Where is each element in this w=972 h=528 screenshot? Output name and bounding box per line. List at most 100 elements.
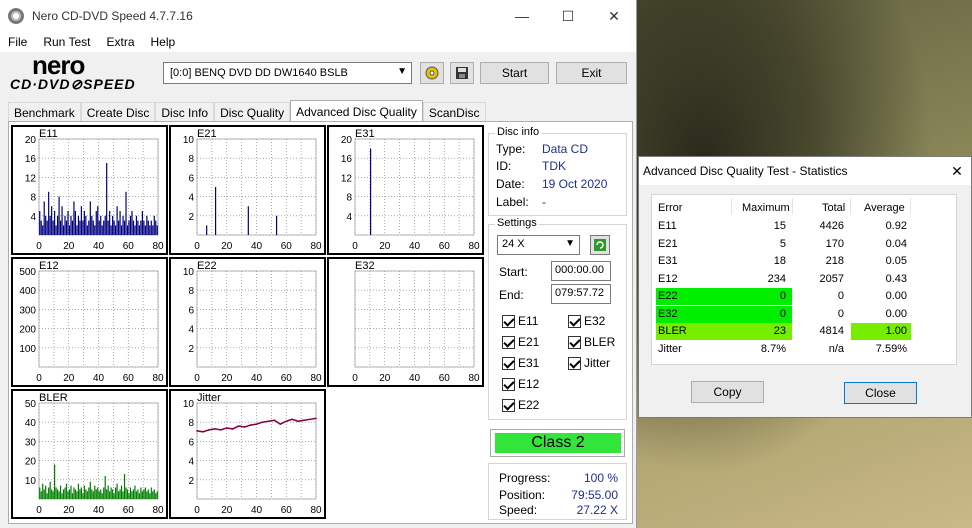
cell-maximum: 0	[779, 307, 786, 320]
tab-scandisc[interactable]: ScanDisc	[422, 102, 486, 122]
jitter-point	[214, 428, 216, 430]
checkbox-jitter[interactable]: Jitter	[568, 356, 610, 370]
nero-logo: nero CD·DVD⊘SPEED	[10, 50, 136, 92]
drive-select[interactable]: [0:0] BENQ DVD DD DW1640 BSLB ▼	[163, 62, 412, 84]
x-tick-label: 80	[310, 373, 322, 384]
cell-total: 4426	[819, 220, 844, 232]
chart-title: E22	[197, 260, 217, 272]
cell-maximum: 23	[773, 325, 786, 337]
y-tick-label: 8	[188, 286, 194, 297]
jitter-point	[255, 423, 258, 425]
start-button[interactable]: Start	[480, 62, 549, 84]
tab-disc-quality[interactable]: Disc Quality	[214, 102, 291, 122]
copy-button[interactable]: Copy	[691, 381, 764, 403]
chart-e11: E11 4 8 12 16 20 0 20 40 60 80	[11, 125, 168, 255]
chart-jitter: Jitter 2 4 6 8 10 0 20 40 60 80	[169, 389, 326, 519]
x-tick-label: 40	[93, 241, 105, 252]
checkbox-e12[interactable]: E12	[502, 377, 539, 391]
cell-error: E11	[658, 220, 677, 232]
cell-total: n/a	[828, 342, 844, 355]
jitter-point	[279, 423, 282, 425]
y-tick-label: 16	[25, 154, 37, 165]
cell-average: 1.00	[885, 325, 907, 337]
cell-total: 2057	[819, 272, 844, 285]
checkbox-e11[interactable]: E11	[502, 314, 538, 328]
window-title: Nero CD-DVD Speed 4.7.7.16	[32, 9, 193, 23]
save-button[interactable]	[450, 62, 474, 84]
checkbox-e31[interactable]: E31	[502, 356, 539, 370]
jitter-point	[291, 418, 293, 421]
y-tick-label: 20	[341, 135, 353, 146]
jitter-point	[261, 421, 264, 423]
checkbox-e21[interactable]: E21	[502, 335, 539, 349]
cell-maximum: 234	[767, 272, 786, 285]
speed-value: 27.22 X	[576, 503, 618, 517]
refresh-button[interactable]	[590, 235, 610, 255]
checkbox-e32[interactable]: E32	[568, 314, 605, 328]
menu-run-test[interactable]: Run Test	[35, 35, 98, 49]
checkbox-e22[interactable]: E22	[502, 398, 539, 412]
x-tick-label: 0	[194, 373, 200, 384]
dialog-title-bar[interactable]: Advanced Disc Quality Test - Statistics …	[639, 157, 971, 185]
table-row: E31 18 218 0.05	[656, 253, 953, 270]
x-tick-label: 80	[152, 505, 164, 516]
y-tick-label: 4	[346, 212, 352, 223]
menu-file[interactable]: File	[0, 35, 35, 49]
dialog-close-icon[interactable]: ✕	[947, 161, 967, 181]
y-tick-label: 6	[188, 305, 194, 316]
cell-total: 218	[825, 255, 844, 267]
tab-advanced-disc-quality[interactable]: Advanced Disc Quality	[290, 100, 423, 122]
menu-bar: File Run Test Extra Help	[0, 32, 636, 52]
table-row: E22 0 0 0.00	[656, 288, 953, 305]
x-tick-label: 20	[379, 373, 391, 384]
y-tick-label: 2	[188, 476, 194, 487]
exit-button[interactable]: Exit	[556, 62, 627, 84]
disc-cog-icon	[425, 66, 439, 80]
class-box: Class 2	[490, 429, 625, 457]
x-tick-label: 0	[36, 373, 42, 384]
maximize-button[interactable]: ☐	[545, 0, 591, 32]
menu-extra[interactable]: Extra	[98, 35, 142, 49]
x-tick-label: 60	[123, 373, 135, 384]
menu-help[interactable]: Help	[143, 35, 184, 49]
chart-title: E12	[39, 260, 59, 272]
jitter-point	[231, 428, 234, 430]
table-row: E21 5 170 0.04	[656, 236, 953, 253]
tab-benchmark[interactable]: Benchmark	[8, 102, 81, 122]
y-tick-label: 6	[188, 173, 194, 184]
jitter-point	[303, 419, 305, 422]
chart-title: BLER	[39, 392, 68, 404]
checkbox-bler[interactable]: BLER	[568, 335, 615, 349]
close-button[interactable]: ✕	[591, 0, 637, 32]
x-tick-label: 20	[379, 241, 391, 252]
disc-info-title: Disc info	[495, 126, 542, 138]
minimize-button[interactable]: —	[499, 0, 545, 32]
tab-create-disc[interactable]: Create Disc	[80, 102, 156, 122]
chart-title: E21	[197, 128, 217, 140]
id-label: ID:	[496, 159, 512, 173]
x-tick-label: 60	[281, 241, 293, 252]
title-bar[interactable]: Nero CD-DVD Speed 4.7.7.16 — ☐ ✕	[0, 0, 636, 32]
position-label: Position:	[499, 488, 546, 502]
jitter-point	[243, 426, 246, 428]
table-row: Jitter 8.7% n/a 7.59%	[656, 341, 953, 358]
x-tick-label: 60	[281, 373, 293, 384]
speed-label: Speed:	[499, 503, 538, 517]
statistics-table: Error Maximum Total Average E11 15 4426 0.9…	[651, 194, 957, 365]
chart-e12: E12 100 200 300 400 500 0 20 40 60 80	[11, 257, 168, 387]
y-tick-label: 300	[19, 305, 36, 316]
table-row: E12 234 2057 0.43	[656, 271, 953, 288]
drive-info-button[interactable]	[420, 62, 444, 84]
close-dialog-button[interactable]: Close	[844, 382, 917, 404]
cell-error: E21	[658, 237, 678, 250]
cell-error: E32	[658, 307, 678, 320]
speed-select[interactable]: 24 X ▼	[497, 235, 580, 255]
end-time-input[interactable]: 079:57.72	[551, 284, 611, 304]
progress-label: Progress:	[499, 471, 551, 485]
tab-disc-info[interactable]: Disc Info	[155, 102, 215, 122]
cell-average: 0.43	[885, 272, 907, 285]
y-tick-label: 2	[188, 344, 194, 355]
y-tick-label: 6	[188, 437, 194, 448]
start-time-input[interactable]: 000:00.00	[551, 261, 611, 281]
chart-title: E31	[355, 128, 375, 140]
